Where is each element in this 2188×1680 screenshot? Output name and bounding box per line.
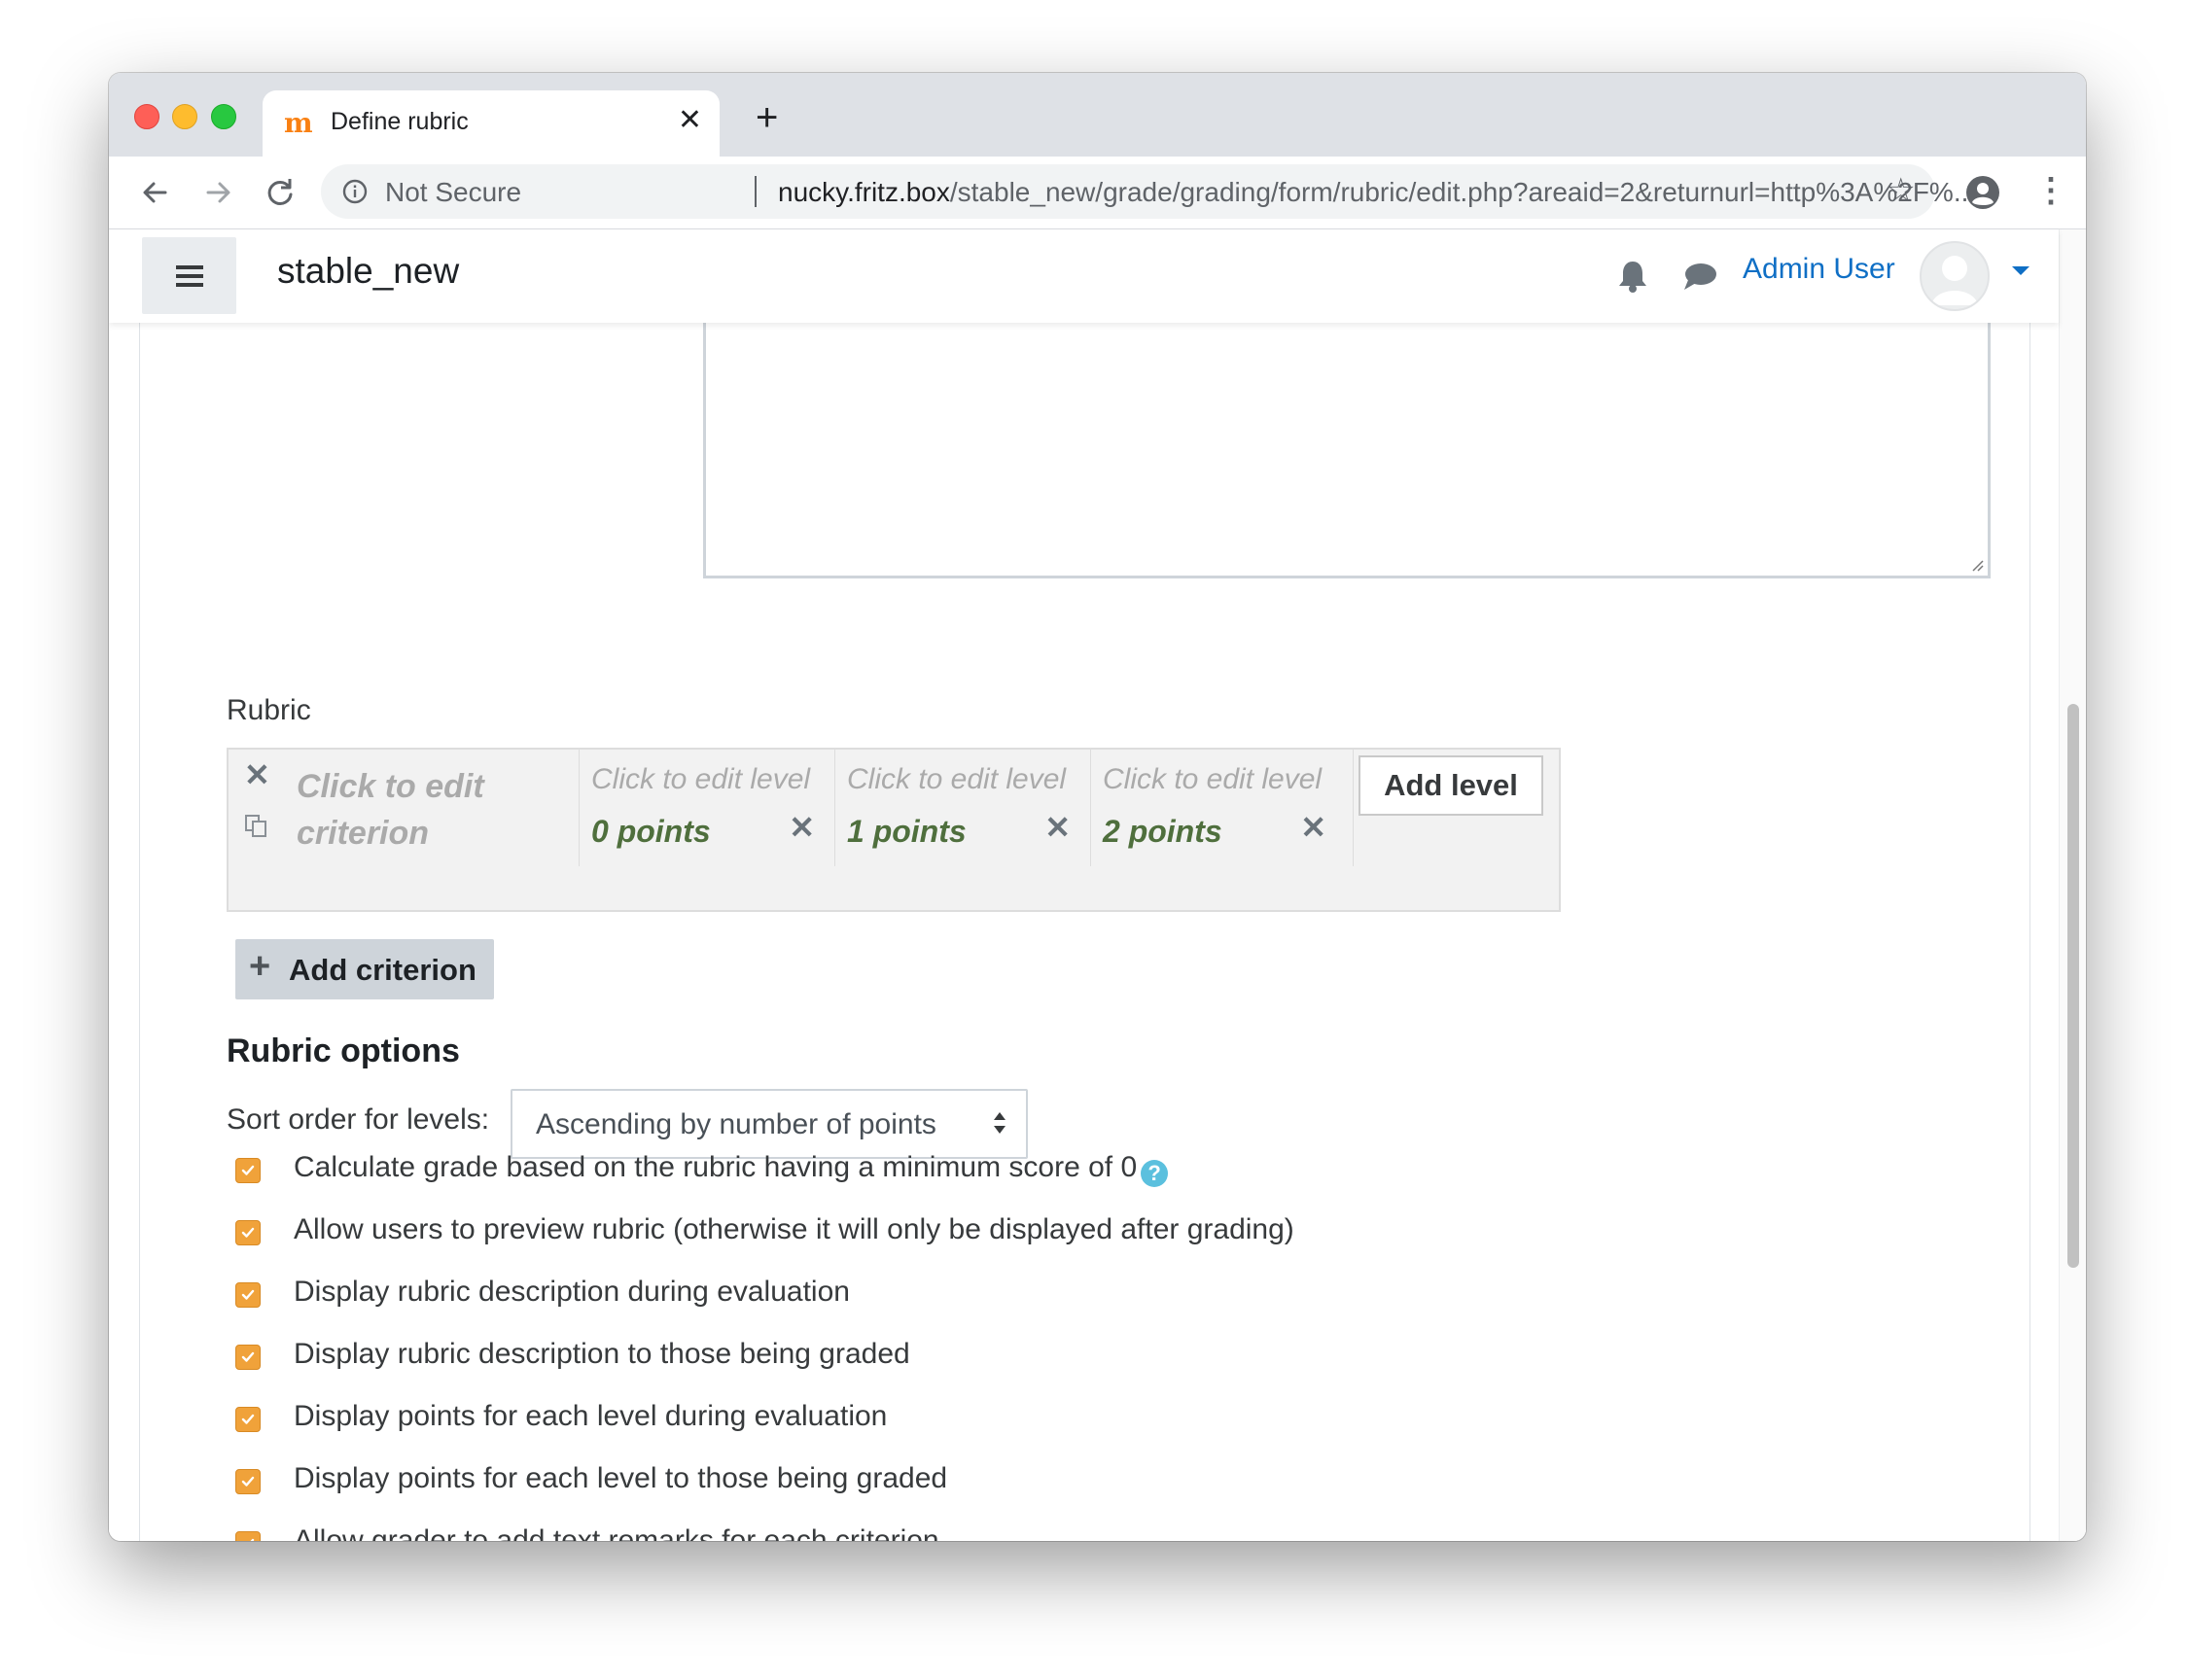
checkbox-checked[interactable] xyxy=(235,1158,261,1183)
rubric-label: Rubric xyxy=(227,694,311,726)
url-path: /stable_new/grade/grading/form/rubric/ed… xyxy=(949,177,1977,207)
site-name-link[interactable]: stable_new xyxy=(277,251,459,292)
minimize-window-button[interactable] xyxy=(172,104,197,129)
rubric-level[interactable]: Click to edit level 0 points ✕ xyxy=(579,750,834,866)
rubric-editor: ✕ Click to edit criterion Click to edit … xyxy=(227,748,1561,912)
url-text[interactable]: nucky.fritz.box/stable_new/grade/grading… xyxy=(778,177,1976,208)
tab-bar: m Define rubric ✕ + xyxy=(109,73,2086,157)
hamburger-line xyxy=(176,265,203,269)
option-label: Allow users to preview rubric (otherwise… xyxy=(294,1213,1294,1245)
level-definition[interactable]: Click to edit level xyxy=(847,763,1066,796)
new-tab-button[interactable]: + xyxy=(756,98,778,137)
select-arrows-icon xyxy=(994,1112,1006,1134)
add-criterion-button[interactable]: + Add criterion xyxy=(235,939,494,999)
back-arrow-icon[interactable] xyxy=(136,173,175,212)
tab-title: Define rubric xyxy=(331,108,469,135)
sort-order-label: Sort order for levels: xyxy=(227,1103,490,1136)
rubric-options-heading: Rubric options xyxy=(227,1032,460,1069)
hamburger-line xyxy=(176,283,203,287)
moodle-navbar: stable_new Admin User xyxy=(109,229,2059,323)
address-separator xyxy=(755,176,757,207)
rubric-level[interactable]: Click to edit level 2 points ✕ xyxy=(1090,750,1346,866)
user-menu-caret-icon[interactable] xyxy=(2012,266,2029,275)
tab-close-icon[interactable]: ✕ xyxy=(678,106,702,135)
level-definition[interactable]: Click to edit level xyxy=(1103,763,1322,796)
plus-icon: + xyxy=(249,946,271,987)
avatar-placeholder-icon xyxy=(1931,256,1978,305)
page-viewport: Rubric ✕ Click to edit criterion Click t… xyxy=(109,229,2086,1541)
option-label: Display rubric description to those bein… xyxy=(294,1338,910,1370)
checkbox-checked[interactable] xyxy=(235,1220,261,1245)
forward-arrow-icon[interactable] xyxy=(198,173,237,212)
resize-grip-icon[interactable] xyxy=(1968,556,1984,572)
option-label: Display rubric description during evalua… xyxy=(294,1276,850,1308)
checkbox-checked[interactable] xyxy=(235,1469,261,1494)
help-icon[interactable]: ? xyxy=(1141,1160,1169,1187)
maximize-window-button[interactable] xyxy=(211,104,236,129)
level-divider xyxy=(1353,750,1354,866)
notifications-bell-icon[interactable] xyxy=(1616,259,1649,294)
browser-menu-icon[interactable]: ⋮ xyxy=(2034,172,2067,209)
browser-window: m Define rubric ✕ + Not Secure nucky.fri… xyxy=(109,73,2086,1541)
browser-toolbar: Not Secure nucky.fritz.box/stable_new/gr… xyxy=(109,157,2086,229)
checkbox-checked[interactable] xyxy=(235,1407,261,1432)
hamburger-line xyxy=(176,274,203,278)
close-window-button[interactable] xyxy=(134,104,159,129)
checkbox-checked[interactable] xyxy=(235,1345,261,1370)
messages-chat-icon[interactable] xyxy=(1682,261,1717,292)
not-secure-label: Not Secure xyxy=(385,177,522,207)
level-points[interactable]: 0 points xyxy=(591,814,711,850)
user-avatar[interactable] xyxy=(1920,241,1990,311)
checkbox-checked[interactable] xyxy=(235,1282,261,1308)
criterion-description[interactable]: Click to edit criterion xyxy=(297,763,559,857)
tab-define-rubric[interactable]: m Define rubric ✕ xyxy=(263,90,720,157)
option-label: Display points for each level to those b… xyxy=(294,1462,948,1494)
description-textarea[interactable] xyxy=(703,323,1991,578)
reload-icon[interactable] xyxy=(261,173,300,212)
user-menu-name[interactable]: Admin User xyxy=(1743,253,1895,286)
delete-criterion-icon[interactable]: ✕ xyxy=(244,759,270,790)
rubric-level[interactable]: Click to edit level 1 points ✕ xyxy=(834,750,1090,866)
add-level-button[interactable]: Add level xyxy=(1359,755,1543,816)
drawer-toggle-button[interactable] xyxy=(142,237,236,314)
info-icon[interactable] xyxy=(342,179,368,204)
page-border-right xyxy=(2029,323,2030,1541)
sort-order-value: Ascending by number of points xyxy=(536,1108,936,1140)
moodle-favicon-icon: m xyxy=(284,107,313,139)
option-label-text: Calculate grade based on the rubric havi… xyxy=(294,1151,1138,1183)
option-label: Allow grader to add text remarks for eac… xyxy=(294,1524,939,1541)
url-host: nucky.fritz.box xyxy=(778,177,950,207)
delete-level-icon[interactable]: ✕ xyxy=(1044,812,1071,843)
delete-level-icon[interactable]: ✕ xyxy=(789,812,815,843)
add-criterion-label: Add criterion xyxy=(289,953,476,987)
page-border-left xyxy=(139,323,140,1541)
option-label: Display points for each level during eva… xyxy=(294,1400,888,1432)
address-bar[interactable]: Not Secure nucky.fritz.box/stable_new/gr… xyxy=(321,164,1976,219)
delete-level-icon[interactable]: ✕ xyxy=(1300,812,1326,843)
sort-order-select[interactable]: Ascending by number of points xyxy=(511,1089,1028,1159)
duplicate-criterion-icon[interactable] xyxy=(244,814,269,839)
scrollbar-thumb[interactable] xyxy=(2067,704,2079,1268)
bookmark-star-icon[interactable]: ☆ xyxy=(1887,174,1916,207)
level-definition[interactable]: Click to edit level xyxy=(591,763,810,796)
profile-icon[interactable] xyxy=(1964,174,2001,211)
level-points[interactable]: 2 points xyxy=(1103,814,1222,850)
checkbox-checked[interactable] xyxy=(235,1531,261,1541)
level-points[interactable]: 1 points xyxy=(847,814,967,850)
option-label: Calculate grade based on the rubric havi… xyxy=(294,1151,1169,1187)
